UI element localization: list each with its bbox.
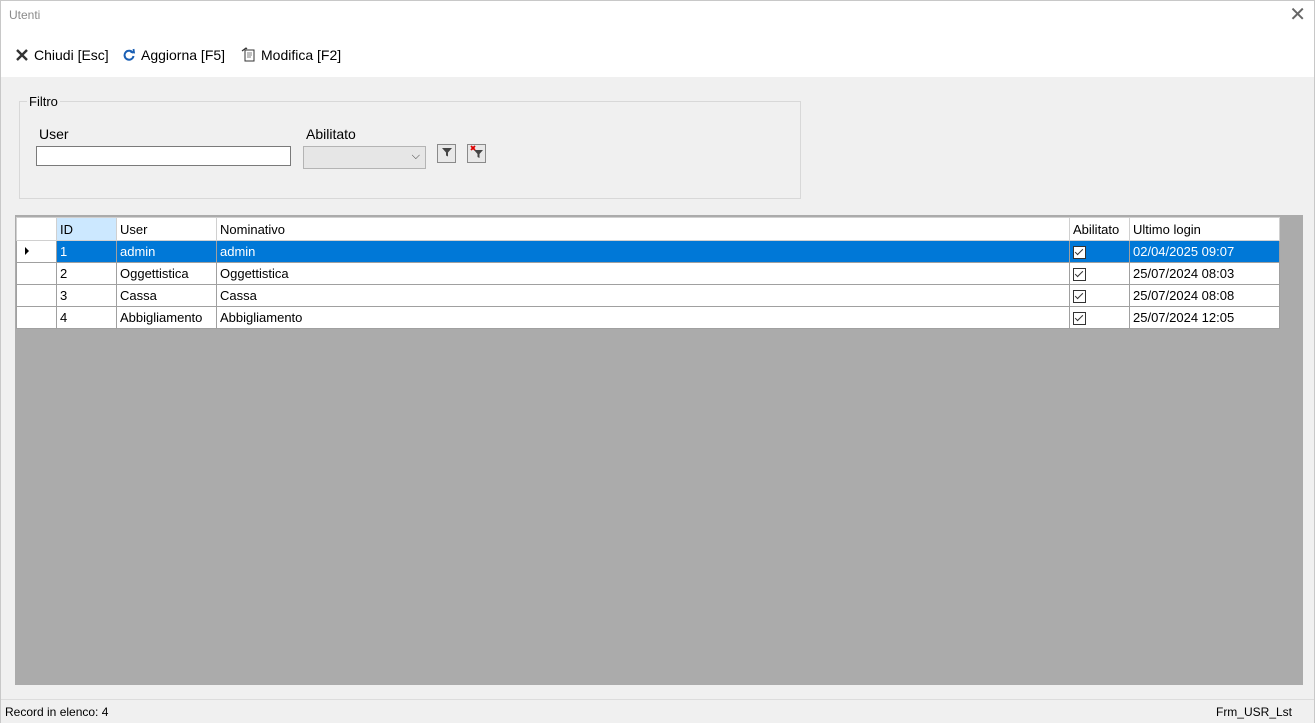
cell-user[interactable]: Abbigliamento <box>116 306 217 329</box>
cell-ultimo-login[interactable]: 02/04/2025 09:07 <box>1129 240 1280 263</box>
row-selector[interactable] <box>16 262 57 285</box>
current-row-arrow-icon <box>25 247 29 255</box>
form-name: Frm_USR_Lst <box>1215 705 1292 719</box>
close-icon <box>14 47 30 63</box>
table-row[interactable]: 2 Oggettistica Oggettistica 25/07/2024 0… <box>16 262 1280 285</box>
close-button[interactable]: Chiudi [Esc] <box>14 45 109 65</box>
filter-icon <box>441 146 453 161</box>
window-title: Utenti <box>9 8 41 22</box>
checkbox-checked-icon[interactable] <box>1073 290 1086 304</box>
filter-legend: Filtro <box>27 94 60 109</box>
column-header-abilitato[interactable]: Abilitato <box>1069 217 1130 241</box>
grid-header-row: ID User Nominativo Abilitato Ultimo logi… <box>16 217 1280 241</box>
checkbox-checked-icon[interactable] <box>1073 246 1086 260</box>
column-header-user[interactable]: User <box>116 217 217 241</box>
cell-nominativo[interactable]: Oggettistica <box>216 262 1070 285</box>
edit-document-icon <box>241 47 257 63</box>
cell-id[interactable]: 1 <box>56 240 117 263</box>
checkbox-checked-icon[interactable] <box>1073 312 1086 326</box>
column-header-nominativo[interactable]: Nominativo <box>216 217 1070 241</box>
users-grid: ID User Nominativo Abilitato Ultimo logi… <box>16 217 1280 329</box>
cell-abilitato[interactable] <box>1069 262 1130 285</box>
edit-button-label: Modifica [F2] <box>261 47 342 63</box>
cell-user[interactable]: Oggettistica <box>116 262 217 285</box>
table-row[interactable]: 3 Cassa Cassa 25/07/2024 08:08 <box>16 284 1280 307</box>
users-window: Utenti ✕ Chiudi [Esc] Aggiorna [F5] Modi… <box>0 0 1315 723</box>
edit-button[interactable]: Modifica [F2] <box>241 45 341 65</box>
refresh-icon <box>121 47 137 63</box>
toolbar: Chiudi [Esc] Aggiorna [F5] Modifica [F2] <box>1 31 1314 77</box>
apply-filter-button[interactable] <box>437 144 456 163</box>
record-count: Record in elenco: 4 <box>5 705 109 719</box>
cell-nominativo[interactable]: Abbigliamento <box>216 306 1070 329</box>
clear-filter-icon <box>469 145 484 162</box>
row-selector[interactable] <box>16 284 57 307</box>
chevron-down-icon: ⌵ <box>411 150 420 162</box>
enabled-filter-select[interactable]: ⌵ <box>303 146 426 169</box>
clear-filter-button[interactable] <box>467 144 486 163</box>
table-row[interactable]: 4 Abbigliamento Abbigliamento 25/07/2024… <box>16 306 1280 329</box>
row-header-corner <box>16 217 57 241</box>
column-header-ultimo-login[interactable]: Ultimo login <box>1129 217 1280 241</box>
table-row[interactable]: 1 admin admin 02/04/2025 09:07 <box>16 240 1280 263</box>
user-filter-input[interactable] <box>36 146 291 166</box>
row-selector[interactable] <box>16 306 57 329</box>
user-filter-label: User <box>39 126 69 142</box>
cell-user[interactable]: Cassa <box>116 284 217 307</box>
enabled-filter-label: Abilitato <box>306 126 356 142</box>
cell-ultimo-login[interactable]: 25/07/2024 08:08 <box>1129 284 1280 307</box>
cell-nominativo[interactable]: admin <box>216 240 1070 263</box>
cell-ultimo-login[interactable]: 25/07/2024 12:05 <box>1129 306 1280 329</box>
cell-ultimo-login[interactable]: 25/07/2024 08:03 <box>1129 262 1280 285</box>
checkbox-checked-icon[interactable] <box>1073 268 1086 282</box>
cell-id[interactable]: 2 <box>56 262 117 285</box>
refresh-button[interactable]: Aggiorna [F5] <box>121 45 225 65</box>
row-selector[interactable] <box>16 240 57 263</box>
column-header-id[interactable]: ID <box>56 217 117 241</box>
cell-user[interactable]: admin <box>116 240 217 263</box>
refresh-button-label: Aggiorna [F5] <box>141 47 226 63</box>
cell-abilitato[interactable] <box>1069 284 1130 307</box>
cell-abilitato[interactable] <box>1069 306 1130 329</box>
cell-abilitato[interactable] <box>1069 240 1130 263</box>
title-bar: Utenti ✕ <box>1 1 1314 31</box>
status-bar: Record in elenco: 4 Frm_USR_Lst <box>1 699 1314 723</box>
close-button-label: Chiudi [Esc] <box>34 47 109 63</box>
window-close-icon[interactable]: ✕ <box>1289 4 1306 26</box>
cell-id[interactable]: 3 <box>56 284 117 307</box>
cell-id[interactable]: 4 <box>56 306 117 329</box>
cell-nominativo[interactable]: Cassa <box>216 284 1070 307</box>
